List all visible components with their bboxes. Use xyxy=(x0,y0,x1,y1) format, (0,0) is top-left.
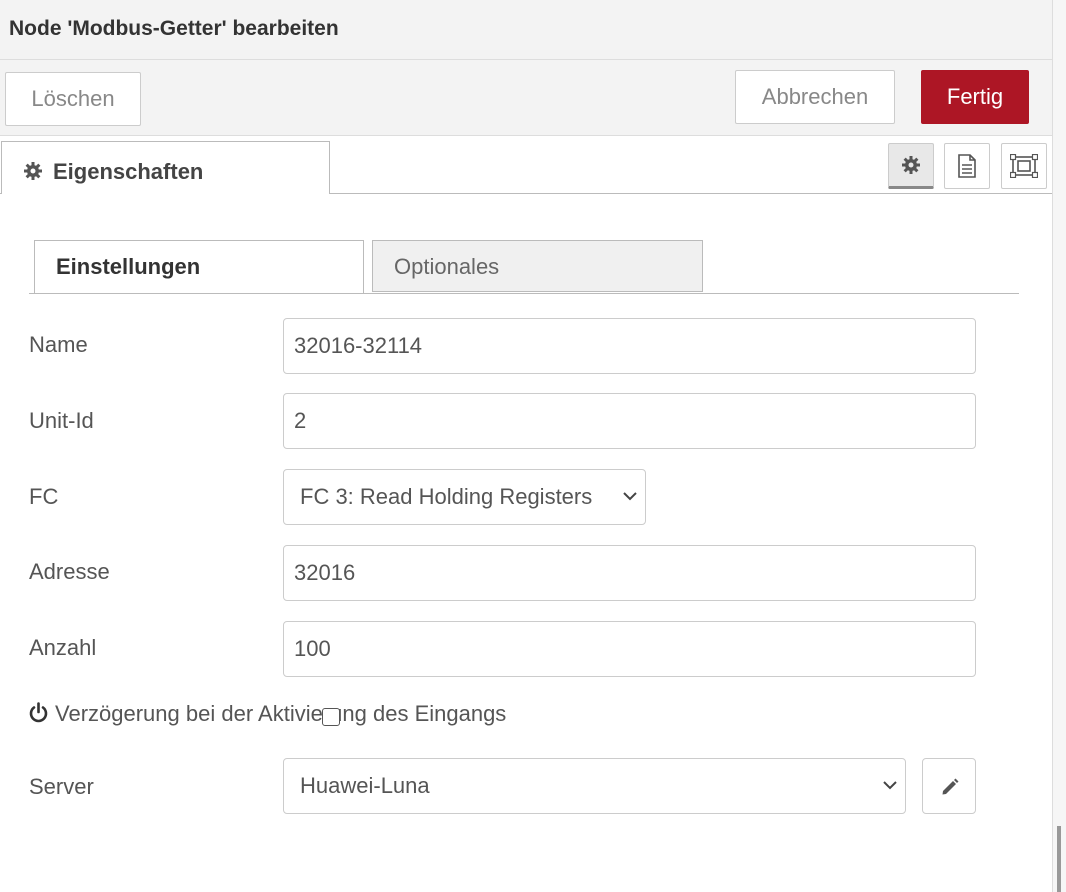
unitid-input[interactable] xyxy=(283,393,976,449)
dialog-toolbar: Löschen Abbrechen Fertig xyxy=(0,60,1052,136)
cancel-button[interactable]: Abbrechen xyxy=(735,70,895,124)
scrollbar[interactable] xyxy=(1052,0,1066,892)
server-select-value: Huawei-Luna xyxy=(300,773,430,798)
count-input[interactable] xyxy=(283,621,976,677)
chevron-down-icon xyxy=(623,492,637,501)
count-label: Anzahl xyxy=(29,635,97,660)
tray-tabs: Eigenschaften xyxy=(0,136,1052,194)
name-input[interactable] xyxy=(283,318,976,374)
tab-properties[interactable]: Eigenschaften xyxy=(1,141,330,194)
frame-icon xyxy=(1010,154,1038,178)
dialog-title: Node 'Modbus-Getter' bearbeiten xyxy=(9,17,339,40)
edit-server-button[interactable] xyxy=(922,758,976,814)
fc-label: FC xyxy=(29,484,59,509)
appearance-tab-button[interactable] xyxy=(1001,143,1047,189)
unitid-label: Unit-Id xyxy=(29,408,94,433)
gear-icon xyxy=(902,156,920,174)
name-label: Name xyxy=(29,332,88,357)
fc-select-value: FC 3: Read Holding Registers xyxy=(300,484,593,509)
description-tab-button[interactable] xyxy=(944,143,990,189)
settings-tab-button[interactable] xyxy=(888,143,934,189)
delay-label: Verzögerung bei der Aktivierung des Eing… xyxy=(55,701,507,726)
delay-checkbox[interactable] xyxy=(322,708,340,726)
scrollbar-thumb[interactable] xyxy=(1057,826,1061,892)
address-label: Adresse xyxy=(29,559,110,584)
dialog-header: Node 'Modbus-Getter' bearbeiten xyxy=(0,0,1052,60)
chevron-down-icon xyxy=(883,781,897,790)
node-subtabs: Einstellungen Optionales xyxy=(29,240,1019,294)
server-select[interactable]: Huawei-Luna xyxy=(283,758,906,814)
done-button[interactable]: Fertig xyxy=(921,70,1029,124)
tab-properties-label: Eigenschaften xyxy=(53,159,204,184)
fc-select[interactable]: FC 3: Read Holding Registers xyxy=(283,469,646,525)
document-icon xyxy=(958,154,976,178)
server-label: Server xyxy=(29,774,94,799)
gear-icon xyxy=(24,162,42,180)
delete-button[interactable]: Löschen xyxy=(5,72,141,126)
address-input[interactable] xyxy=(283,545,976,601)
power-icon xyxy=(29,702,48,723)
tab-optional[interactable]: Optionales xyxy=(372,240,703,292)
pencil-icon xyxy=(942,778,959,795)
tab-settings[interactable]: Einstellungen xyxy=(34,240,364,293)
